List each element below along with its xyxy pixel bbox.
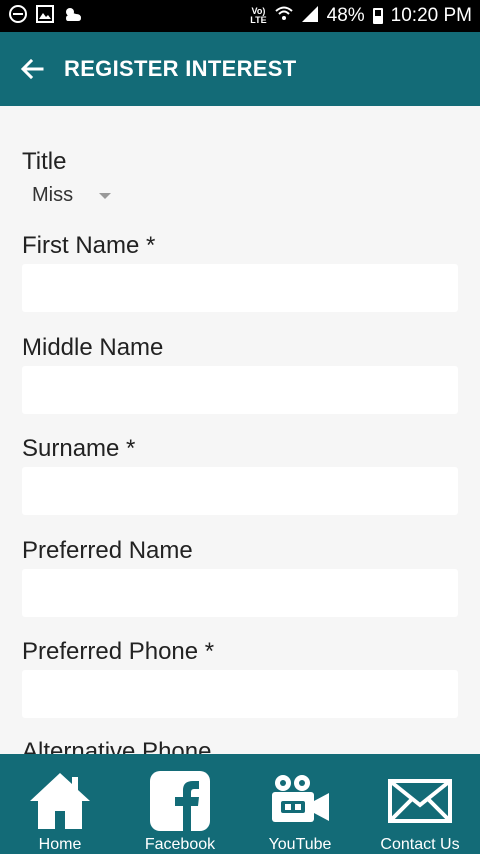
first-name-field[interactable] [22,264,458,312]
app-bar: REGISTER INTEREST [0,32,480,106]
nav-contact-label: Contact Us [380,836,460,853]
preferred-name-label: Preferred Name [22,537,193,564]
nav-home[interactable]: Home [0,754,120,854]
nav-facebook-label: Facebook [144,836,216,853]
nav-home-label: Home [38,836,82,853]
register-form: Title Miss First Name * Middle Name Surn… [0,106,480,754]
envelope-icon [388,764,452,838]
facebook-icon [149,764,211,838]
signal-icon [301,5,319,28]
title-label: Title [22,148,67,175]
middle-name-field[interactable] [22,366,458,414]
status-bar: Vo) LTE 48% 10:20 PM [0,0,480,32]
back-button[interactable] [17,54,47,84]
home-icon [28,764,92,838]
nav-youtube-label: YouTube [268,836,332,853]
wifi-icon [274,5,293,28]
title-select[interactable]: Miss [32,184,112,207]
battery-icon [372,8,383,24]
volte-indicator: Vo) LTE [250,7,266,25]
status-bar-left [8,4,84,29]
first-name-label: First Name * [22,232,156,259]
image-icon [36,4,54,28]
video-camera-icon [269,764,331,838]
surname-field[interactable] [22,467,458,515]
preferred-name-field[interactable] [22,569,458,617]
nav-youtube[interactable]: YouTube [240,754,360,854]
arrow-left-icon [20,58,44,80]
alternative-phone-label: Alternative Phone [22,738,212,754]
surname-label: Surname * [22,435,136,462]
volte-bottom-text: LTE [250,15,267,25]
battery-percent: 48% [326,5,365,26]
weather-icon [62,5,84,28]
nav-contact[interactable]: Contact Us [360,754,480,854]
title-select-value: Miss [32,184,74,206]
preferred-phone-field[interactable] [22,670,458,718]
preferred-phone-label: Preferred Phone * [22,638,215,665]
status-bar-right: Vo) LTE 48% 10:20 PM [250,5,472,28]
caret-down-icon [99,192,112,199]
nav-facebook[interactable]: Facebook [120,754,240,854]
middle-name-label: Middle Name [22,334,164,361]
clock: 10:20 PM [390,5,472,26]
page-title: REGISTER INTEREST [64,56,297,81]
dnd-icon [8,4,28,29]
bottom-nav: Home Facebook YouTube Contact Us [0,754,480,854]
